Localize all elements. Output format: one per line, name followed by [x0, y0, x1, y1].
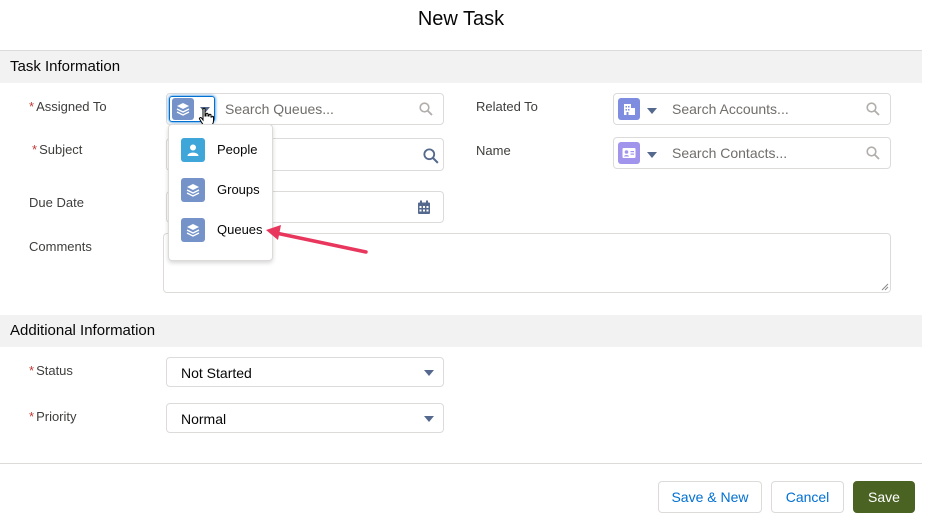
layers-icon: [181, 218, 205, 242]
menu-item-people[interactable]: People: [169, 130, 272, 170]
contact-type-picker[interactable]: [616, 140, 662, 166]
chevron-down-icon: [647, 108, 657, 114]
search-icon: [866, 102, 880, 116]
assigned-to-lookup[interactable]: Search Queues...: [166, 93, 444, 127]
priority-value: Normal: [181, 411, 227, 427]
priority-label-text: Priority: [36, 409, 77, 424]
status-label-text: Status: [36, 363, 73, 378]
subject-label-text: Subject: [39, 142, 83, 157]
save-button[interactable]: Save: [853, 481, 915, 513]
status-label: * Status: [29, 363, 73, 378]
menu-item-label: Queues: [217, 222, 263, 237]
resize-handle-icon[interactable]: [881, 283, 889, 291]
priority-label: * Priority: [29, 409, 77, 424]
layers-icon: [181, 178, 205, 202]
subject-label: * Subject: [32, 142, 82, 157]
search-icon: [866, 146, 880, 160]
required-marker: *: [29, 99, 35, 114]
due-date-label: Due Date: [29, 195, 84, 210]
section-header-task-information: Task Information: [0, 51, 922, 83]
priority-select[interactable]: Normal: [166, 403, 444, 433]
section-header-additional-information: Additional Information: [0, 315, 922, 347]
footer-divider: [0, 463, 922, 464]
menu-item-label: People: [217, 142, 258, 157]
name-label: Name: [476, 143, 511, 158]
required-marker: *: [29, 363, 35, 378]
search-icon: [419, 102, 433, 116]
chevron-down-icon: [424, 370, 434, 376]
related-to-label: Related To: [476, 99, 538, 114]
save-and-new-button[interactable]: Save & New: [658, 481, 762, 513]
name-lookup[interactable]: Search Contacts...: [613, 137, 891, 169]
name-search-input[interactable]: Search Contacts...: [672, 145, 787, 161]
assignee-type-menu: People Groups Queues: [168, 124, 273, 261]
status-select[interactable]: Not Started: [166, 357, 444, 387]
search-icon: [423, 148, 439, 164]
menu-item-queues[interactable]: Queues: [169, 210, 272, 250]
status-value: Not Started: [181, 365, 252, 381]
account-icon: [618, 98, 640, 120]
menu-item-label: Groups: [217, 182, 260, 197]
required-marker: *: [29, 409, 35, 424]
required-marker: *: [32, 142, 38, 157]
assignee-type-picker[interactable]: [169, 96, 215, 127]
calendar-icon[interactable]: [417, 200, 431, 215]
comments-label: Comments: [29, 239, 92, 254]
account-type-picker[interactable]: [616, 96, 662, 122]
contact-icon: [618, 142, 640, 164]
assigned-to-search-input[interactable]: Search Queues...: [225, 101, 334, 117]
chevron-down-icon: [647, 152, 657, 158]
queue-type-icon: [172, 98, 194, 120]
chevron-down-icon: [424, 416, 434, 422]
person-icon: [181, 138, 205, 162]
related-to-search-input[interactable]: Search Accounts...: [672, 101, 789, 117]
menu-item-groups[interactable]: Groups: [169, 170, 272, 210]
assigned-to-label: * Assigned To: [29, 99, 107, 114]
assigned-to-label-text: Assigned To: [36, 99, 107, 114]
modal-title: New Task: [417, 8, 505, 30]
annotation-arrow-icon: [266, 225, 368, 254]
related-to-lookup[interactable]: Search Accounts...: [613, 93, 891, 125]
cancel-button[interactable]: Cancel: [771, 481, 844, 513]
